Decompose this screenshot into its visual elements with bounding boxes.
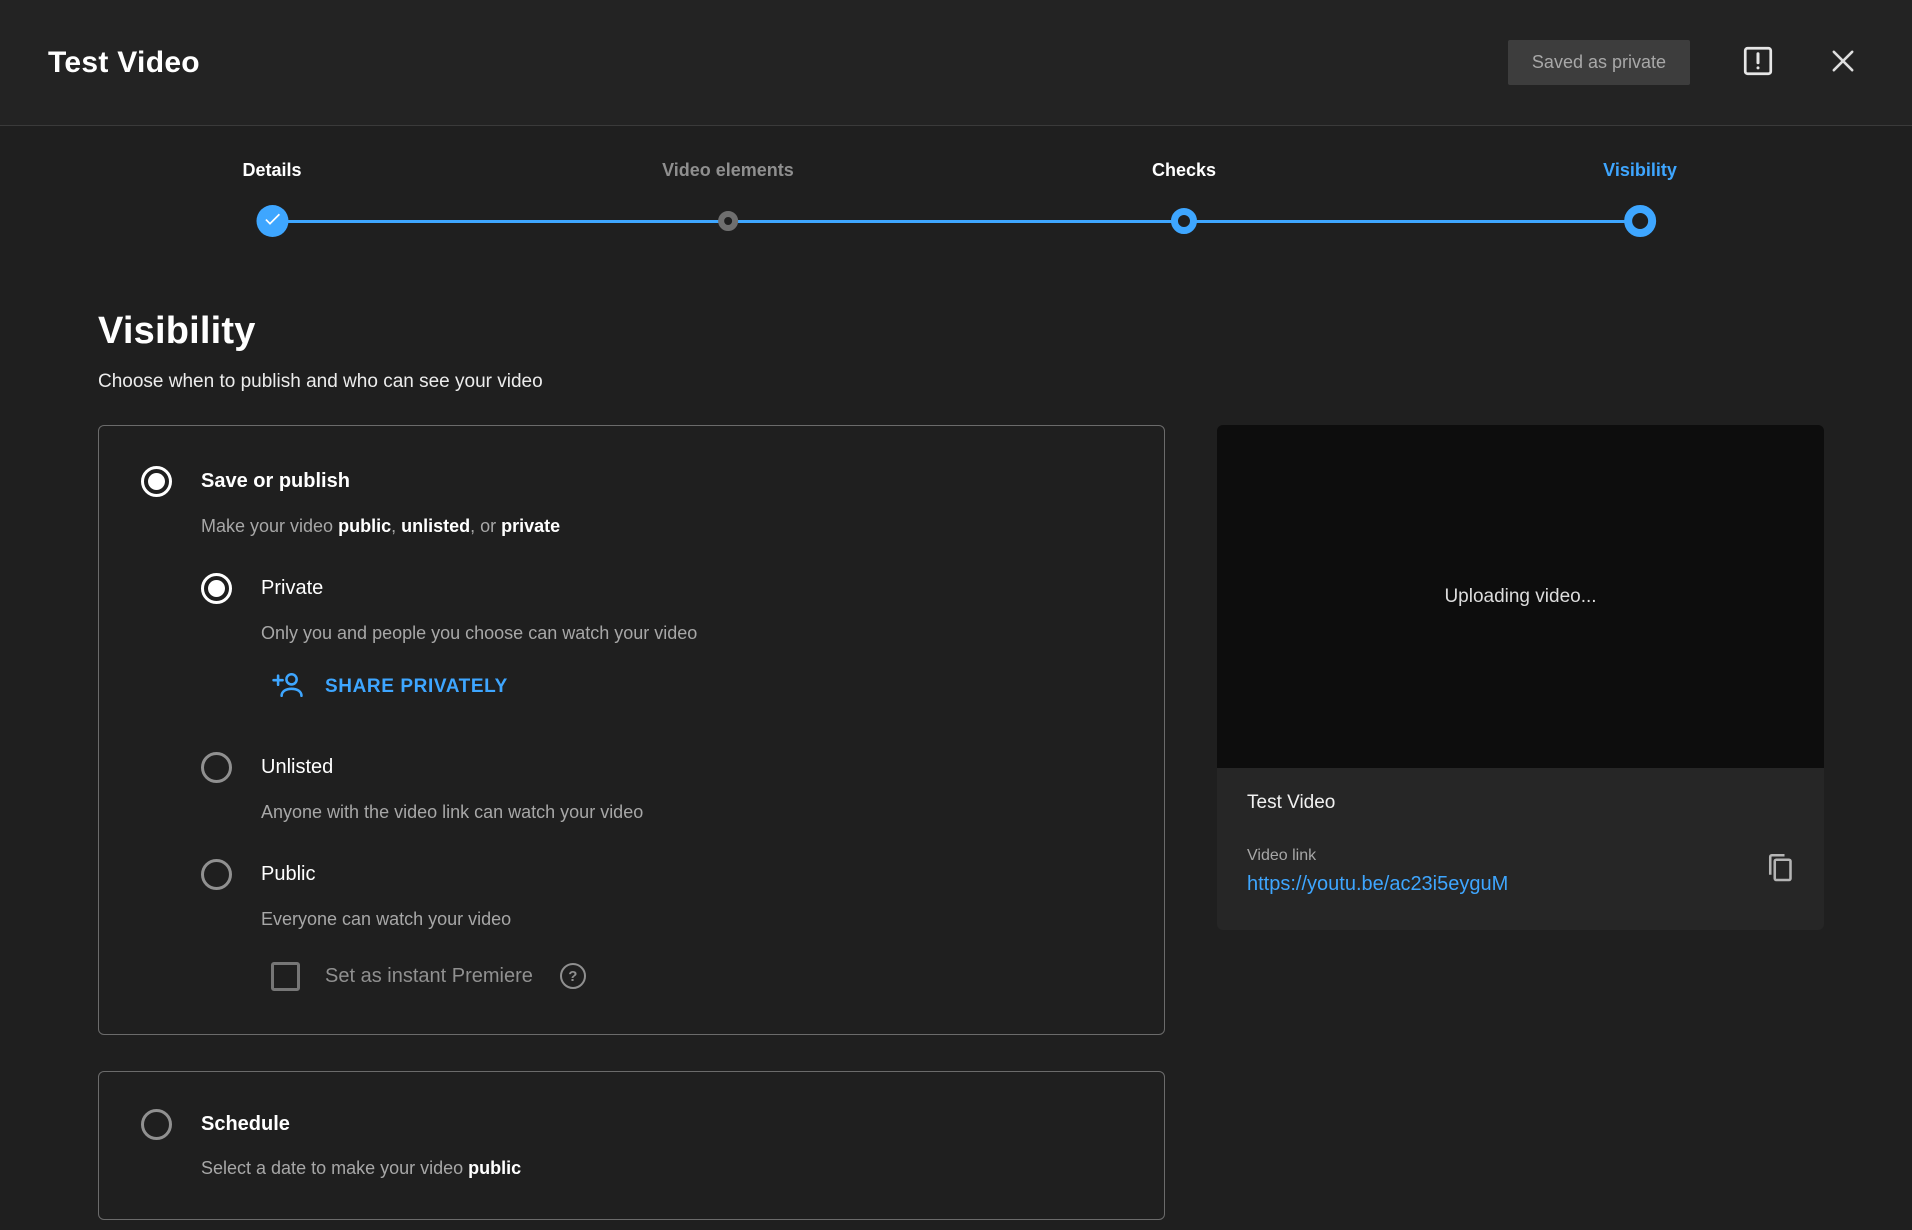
schedule-card: Schedule Select a date to make your vide… [98, 1071, 1165, 1220]
share-privately-label: SHARE PRIVATELY [325, 676, 508, 698]
dialog-title: Test Video [48, 46, 200, 80]
visibility-page: Visibility Choose when to publish and wh… [0, 310, 1912, 1220]
video-preview-card: Uploading video... Test Video Video link… [1217, 425, 1824, 930]
copy-link-button[interactable] [1762, 850, 1798, 889]
step-checks-label: Checks [1152, 160, 1216, 181]
save-or-publish-option[interactable]: Save or publish [141, 466, 1124, 497]
video-preview-area: Uploading video... [1217, 425, 1824, 768]
schedule-description: Select a date to make your video public [201, 1157, 1124, 1179]
person-add-icon [271, 668, 305, 707]
public-radio[interactable] [201, 859, 232, 890]
step-details-label: Details [242, 160, 301, 181]
save-or-publish-description: Make your video public, unlisted, or pri… [201, 515, 1124, 537]
save-or-publish-card: Save or publish Make your video public, … [98, 425, 1165, 1035]
upload-stepper: Details Video elements Checks Visibility [272, 160, 1640, 270]
header-actions: Saved as private [1508, 40, 1860, 85]
step-video-elements-label: Video elements [662, 160, 794, 181]
private-description: Only you and people you choose can watch… [261, 622, 1124, 644]
video-info-panel: Test Video Video link https://youtu.be/a… [1217, 768, 1824, 930]
page-title: Visibility [98, 310, 1864, 353]
schedule-radio[interactable] [141, 1109, 172, 1140]
step-details[interactable]: Details [242, 160, 301, 243]
step-visibility[interactable]: Visibility [1603, 160, 1677, 243]
schedule-label: Schedule [201, 1113, 290, 1136]
feedback-icon [1740, 43, 1776, 82]
private-option[interactable]: Private [201, 573, 1124, 604]
video-link-url[interactable]: https://youtu.be/ac23i5eyguM [1247, 873, 1508, 896]
video-link-label: Video link [1247, 847, 1794, 865]
feedback-button[interactable] [1740, 43, 1776, 82]
private-option-block: Private Only you and people you choose c… [201, 573, 1124, 705]
close-button[interactable] [1826, 44, 1860, 81]
instant-premiere-label: Set as instant Premiere [325, 965, 533, 988]
step-checks[interactable]: Checks [1152, 160, 1216, 243]
step-visibility-label: Visibility [1603, 160, 1677, 181]
unlisted-option[interactable]: Unlisted [201, 752, 1124, 783]
visibility-options-column: Save or publish Make your video public, … [98, 425, 1165, 1220]
saved-status-badge: Saved as private [1508, 40, 1690, 85]
schedule-option[interactable]: Schedule [141, 1109, 1124, 1140]
unlisted-option-block: Unlisted Anyone with the video link can … [201, 752, 1124, 823]
instant-premiere-row: Set as instant Premiere ? [271, 960, 1124, 992]
step-visibility-dot [1624, 205, 1656, 237]
copy-icon [1762, 850, 1798, 889]
save-or-publish-label: Save or publish [201, 470, 350, 493]
instant-premiere-checkbox[interactable] [271, 962, 300, 991]
step-details-dot [256, 205, 288, 237]
page-subtitle: Choose when to publish and who can see y… [98, 371, 1864, 393]
unlisted-radio[interactable] [201, 752, 232, 783]
private-label: Private [261, 577, 323, 600]
unlisted-description: Anyone with the video link can watch you… [261, 801, 1124, 823]
save-or-publish-radio[interactable] [141, 466, 172, 497]
share-privately-button[interactable]: SHARE PRIVATELY [271, 669, 1124, 705]
public-description: Everyone can watch your video [261, 908, 1124, 930]
private-radio[interactable] [201, 573, 232, 604]
public-option[interactable]: Public [201, 859, 1124, 890]
public-label: Public [261, 863, 315, 886]
upload-status-text: Uploading video... [1444, 586, 1596, 608]
dialog-header: Test Video Saved as private [0, 0, 1912, 126]
check-icon [262, 209, 282, 234]
stepper-progress-line [274, 220, 1638, 223]
close-icon [1826, 44, 1860, 81]
step-checks-dot [1171, 208, 1197, 234]
unlisted-label: Unlisted [261, 756, 333, 779]
public-option-block: Public Everyone can watch your video Set… [201, 859, 1124, 992]
video-title: Test Video [1247, 792, 1794, 814]
step-video-elements-dot [718, 211, 738, 231]
step-video-elements[interactable]: Video elements [662, 160, 794, 243]
premiere-help-icon[interactable]: ? [560, 963, 586, 989]
